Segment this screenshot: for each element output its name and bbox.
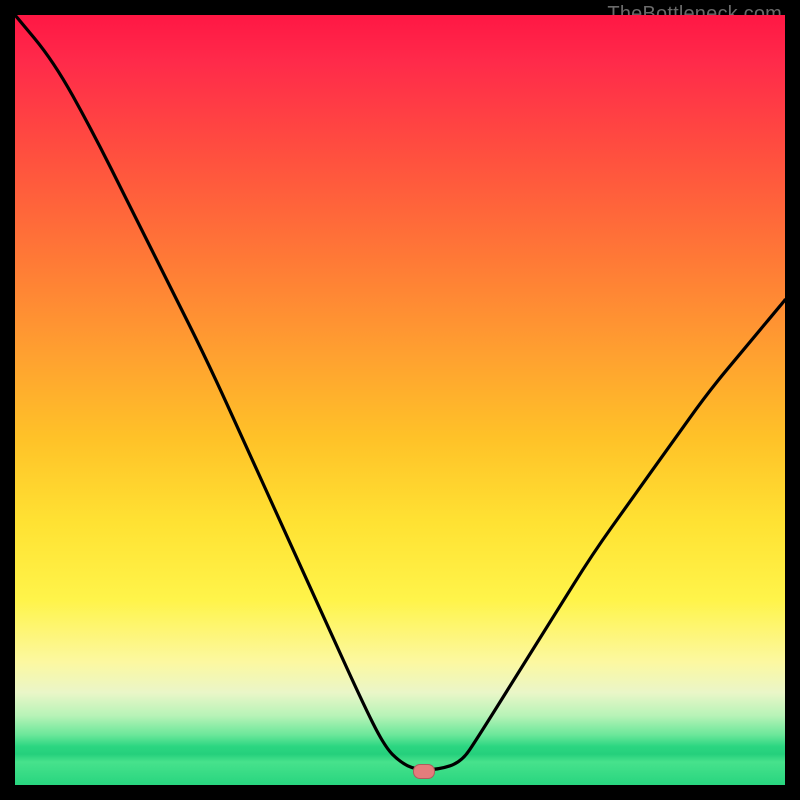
- bottleneck-curve: [15, 15, 785, 785]
- plot-area: [15, 15, 785, 785]
- current-point-marker: [413, 764, 435, 779]
- chart-frame: TheBottleneck.com: [0, 0, 800, 800]
